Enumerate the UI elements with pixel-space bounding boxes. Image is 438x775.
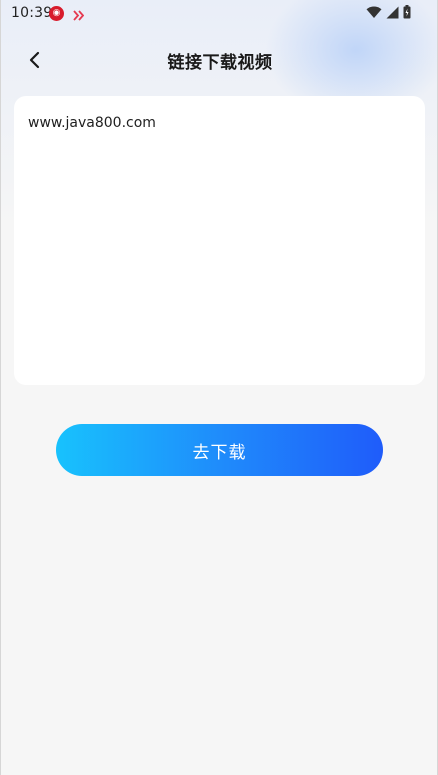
system-status-icons xyxy=(366,4,411,23)
app-notification-icon xyxy=(72,7,85,21)
app-header: 链接下载视频 xyxy=(1,36,437,84)
page-title: 链接下载视频 xyxy=(167,53,273,73)
wifi-icon xyxy=(366,4,382,23)
app-screen: 10:39 ◉ 链接下载视频 www.java800.com 去下载 xyxy=(0,0,438,775)
status-time: 10:39 xyxy=(11,5,53,21)
china-unicom-icon: ◉ xyxy=(49,6,64,21)
signal-icon xyxy=(386,4,399,23)
download-button[interactable]: 去下载 xyxy=(56,424,383,476)
battery-icon xyxy=(403,4,411,23)
status-bar: 10:39 ◉ xyxy=(1,0,437,28)
link-input-card: www.java800.com xyxy=(14,96,425,385)
link-input[interactable]: www.java800.com xyxy=(28,112,411,367)
